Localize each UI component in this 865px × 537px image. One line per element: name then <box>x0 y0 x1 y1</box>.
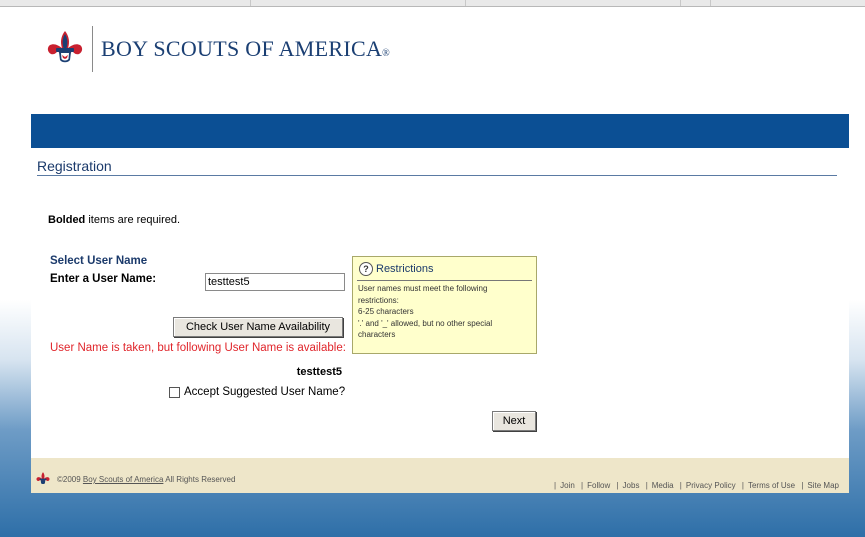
top-strip-segment <box>465 0 681 6</box>
footer-separator: | <box>645 481 648 490</box>
restriction-line: characters <box>358 330 396 339</box>
restrictions-body: User names must meet the following restr… <box>358 283 534 341</box>
footer-separator: | <box>554 481 557 490</box>
restriction-line: '.' and '_' allowed, but no other specia… <box>358 318 493 328</box>
restriction-line: restrictions: <box>358 295 399 305</box>
footer: ©2009 Boy Scouts of America All Rights R… <box>31 458 849 493</box>
footer-links: | Join | Follow | Jobs | Media | Privacy Poli… <box>550 481 839 490</box>
page-title: Registration <box>37 158 112 174</box>
accept-suggested-checkbox[interactable] <box>169 386 180 398</box>
footer-link-follow[interactable]: Follow <box>587 481 610 490</box>
bsa-home-link[interactable]: Boy Scouts of America <box>83 475 163 484</box>
top-strip-segment <box>250 0 466 6</box>
org-name-text: BOY SCOUTS OF AMERICA <box>101 36 383 61</box>
check-availability-button[interactable]: Check User Name Availability <box>173 317 343 337</box>
select-user-name-heading: Select User Name <box>50 255 148 267</box>
footer-link-privacy[interactable]: Privacy Policy <box>686 481 736 490</box>
footer-separator: | <box>741 481 744 490</box>
footer-separator: | <box>616 481 619 490</box>
footer-link-join[interactable]: Join <box>560 481 575 490</box>
copyright: ©2009 Boy Scouts of America All Rights R… <box>57 475 235 484</box>
restriction-line: 6-25 characters <box>358 307 414 316</box>
browser-top-strip <box>0 0 865 7</box>
org-name: BOY SCOUTS OF AMERICA® <box>101 36 390 62</box>
copyright-suffix: All Rights Reserved <box>163 475 236 484</box>
restriction-line: User names must meet the following <box>358 284 488 293</box>
restrictions-divider <box>357 280 532 281</box>
footer-link-jobs[interactable]: Jobs <box>623 481 640 490</box>
accept-suggested-label[interactable]: Accept Suggested User Name? <box>184 386 345 398</box>
next-button[interactable]: Next <box>492 411 536 431</box>
registered-mark: ® <box>382 48 391 59</box>
top-strip-segment <box>0 0 251 6</box>
fleur-de-lis-icon <box>47 31 83 63</box>
restrictions-box: ? Restrictions User names must meet the … <box>352 256 537 354</box>
top-strip-segment <box>680 0 711 6</box>
footer-link-media[interactable]: Media <box>652 481 674 490</box>
required-note-bold: Bolded <box>48 214 86 226</box>
header-blue-bar <box>31 114 849 148</box>
title-underline <box>37 175 837 176</box>
logo-divider <box>92 26 93 72</box>
enter-user-name-label: Enter a User Name: <box>50 273 157 285</box>
suggested-username: testtest5 <box>296 366 342 378</box>
fleur-de-lis-icon <box>36 472 50 485</box>
page-container: BOY SCOUTS OF AMERICA® Registration Bold… <box>31 20 849 493</box>
restrictions-title: Restrictions <box>376 263 434 275</box>
username-taken-message: User Name is taken, but following User N… <box>50 342 346 354</box>
accept-suggested-row[interactable]: Accept Suggested User Name? <box>169 386 345 398</box>
copyright-prefix: ©2009 <box>57 475 83 484</box>
footer-link-sitemap[interactable]: Site Map <box>807 481 839 490</box>
footer-separator: | <box>679 481 682 490</box>
footer-separator: | <box>581 481 584 490</box>
bsa-logo[interactable]: BOY SCOUTS OF AMERICA® <box>44 24 390 74</box>
question-icon: ? <box>359 262 373 276</box>
footer-separator: | <box>801 481 804 490</box>
username-input[interactable] <box>205 273 345 291</box>
required-note: Bolded items are required. <box>48 214 180 226</box>
restrictions-header: ? Restrictions <box>359 262 433 276</box>
footer-link-terms[interactable]: Terms of Use <box>748 481 795 490</box>
required-note-text: items are required. <box>85 214 181 226</box>
